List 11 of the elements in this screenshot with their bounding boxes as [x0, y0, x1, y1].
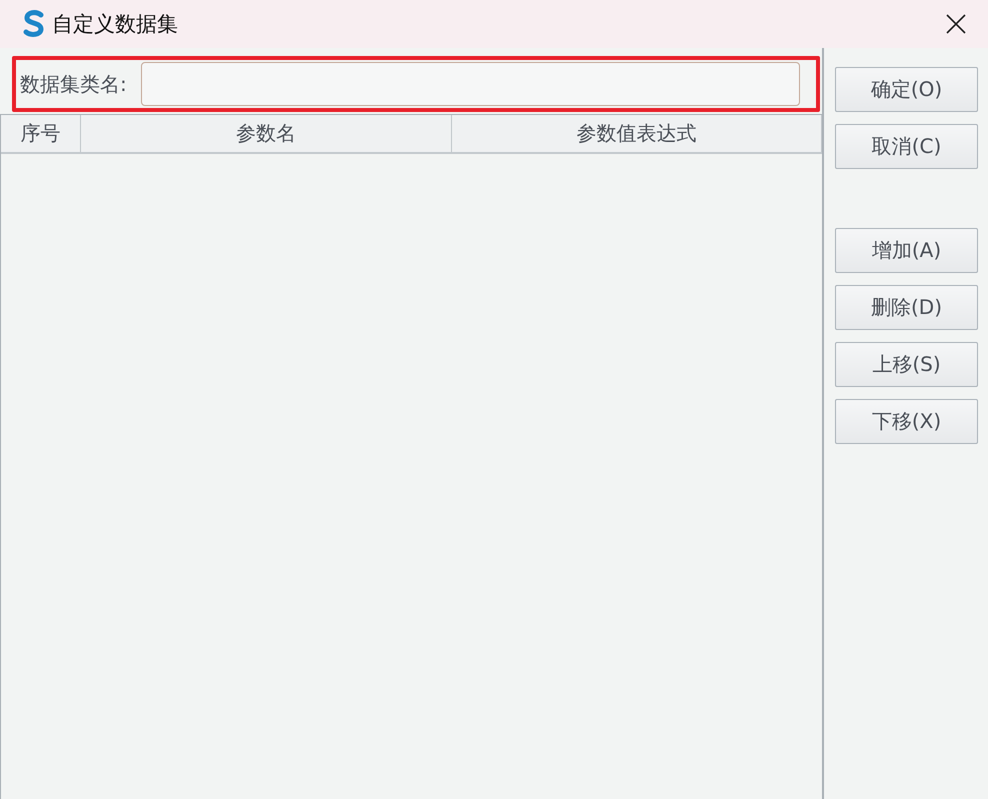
dialog-button[interactable]: 下移(X): [835, 399, 978, 444]
dialog-button[interactable]: 删除(D): [835, 285, 978, 330]
dialog-button[interactable]: 增加(A): [835, 228, 978, 273]
window-title: 自定义数据集: [52, 11, 178, 38]
dialog-button[interactable]: 确定(O): [835, 67, 978, 112]
app-logo-icon: [22, 10, 46, 38]
close-icon: [946, 14, 966, 34]
input-field[interactable]: [140, 62, 800, 106]
dialog-button[interactable]: 取消(C): [835, 124, 978, 169]
dialog-button[interactable]: 上移(S): [835, 342, 978, 387]
field-label: 数据集类名:: [20, 70, 127, 98]
